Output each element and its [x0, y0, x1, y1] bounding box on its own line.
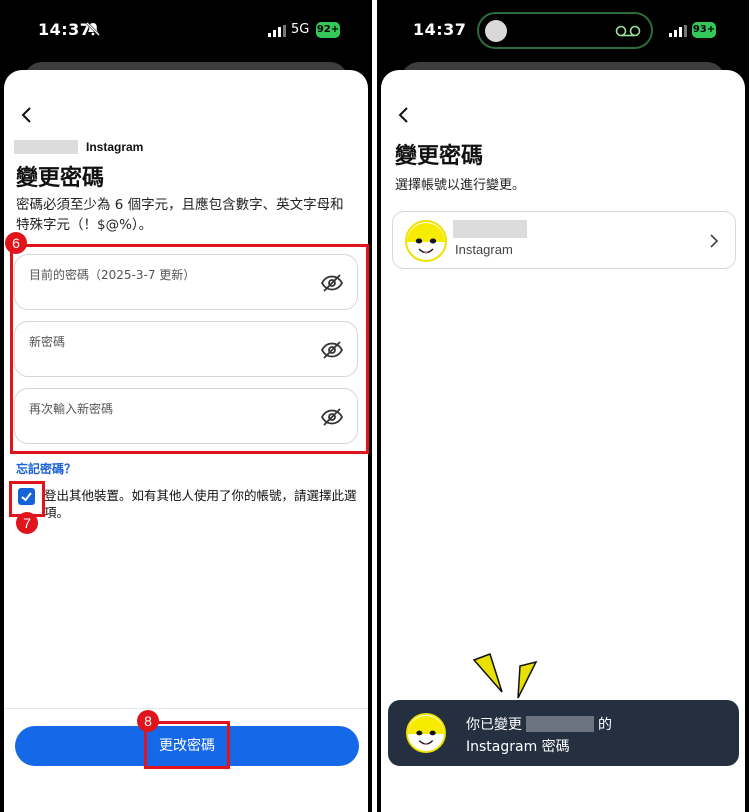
redacted-username: [453, 220, 527, 238]
sparkle-icon: [472, 653, 538, 699]
dynamic-island: [477, 12, 653, 49]
account-card-label: Instagram: [455, 242, 513, 257]
status-time: 14:37: [38, 20, 92, 39]
status-bar: 14:37 93+: [377, 0, 749, 60]
password-rules: 密碼必須至少為 6 個字元，且應包含數字、英文字母和特殊字元（！$@%）。: [16, 197, 344, 233]
chevron-right-icon: [710, 234, 719, 248]
toast-suffix: 的: [598, 717, 612, 733]
step-badge-6: 6: [5, 232, 27, 254]
step-badge-8: 8: [137, 710, 159, 732]
toast-line-2: Instagram 密碼: [466, 739, 570, 755]
toast-line-1: 你已變更 的: [466, 714, 612, 734]
page-title: 變更密碼: [395, 144, 484, 169]
status-time: 14:37: [413, 20, 467, 39]
account-line: Instagram: [14, 140, 143, 154]
account-label: Instagram: [86, 140, 144, 154]
divider: [4, 708, 368, 709]
highlight-box-submit: [144, 721, 230, 769]
redacted-username: [14, 140, 78, 154]
highlight-box-fields: [10, 244, 369, 454]
back-chevron-icon[interactable]: [395, 106, 413, 124]
caller-avatar-icon: [485, 20, 507, 42]
smiley-avatar-icon: [406, 713, 446, 753]
step-badge-7: 7: [16, 512, 38, 534]
page-title: 變更密碼: [16, 166, 105, 191]
silent-bell-icon: [86, 22, 100, 36]
page-subtitle: 選擇帳號以進行變更。: [395, 178, 526, 193]
forgot-password-link[interactable]: 忘記密碼？: [16, 460, 76, 477]
status-bar: 14:37 5G 92+: [0, 0, 372, 60]
account-card[interactable]: Instagram: [392, 211, 736, 269]
signal-icon: [268, 25, 286, 37]
phone-left: 14:37 5G 92+ Instagram 變更密碼 密碼必須至少為 6 個字…: [0, 0, 372, 812]
logout-checkbox-label: 登出其他裝置。如有其他人使用了你的帳號，請選擇此選項。: [44, 488, 357, 520]
phone-right: 14:37 93+ 變更密碼 選擇帳號以進行變更。 Instagram 你已變更…: [377, 0, 749, 812]
toast-prefix: 你已變更: [466, 717, 522, 733]
battery-indicator: 93+: [692, 22, 716, 38]
battery-indicator: 92+: [316, 22, 340, 38]
smiley-avatar-icon: [405, 220, 447, 262]
back-chevron-icon[interactable]: [18, 106, 36, 124]
screenshot-composite: 14:37 5G 92+ Instagram 變更密碼 密碼必須至少為 6 個字…: [0, 0, 750, 812]
success-toast: 你已變更 的 Instagram 密碼: [388, 700, 739, 766]
signal-icon: [669, 25, 687, 37]
voicemail-icon: [615, 25, 641, 37]
redacted-username: [526, 716, 594, 732]
network-type: 5G: [291, 22, 310, 37]
